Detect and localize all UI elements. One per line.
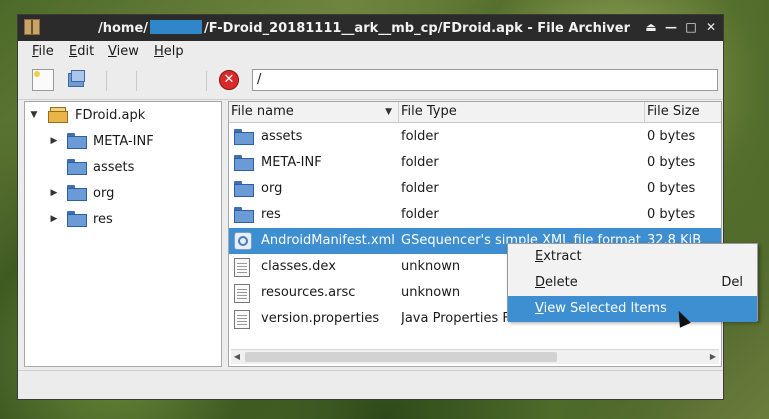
delete-shortcut: Del	[721, 275, 743, 290]
scroll-right-arrow-icon[interactable]: ▶	[707, 350, 719, 364]
location-field[interactable]: /	[252, 69, 718, 91]
list-header: File name ▼ File Type File Size	[229, 102, 721, 123]
cell-size: 0 bytes	[647, 207, 696, 222]
new-archive-icon[interactable]	[32, 69, 54, 91]
context-item-view-selected[interactable]: View Selected Items	[508, 296, 757, 322]
cell-name: AndroidManifest.xml	[261, 233, 395, 248]
tree-item-label: org	[93, 185, 115, 201]
cell-type: folder	[401, 129, 439, 144]
folder-icon	[67, 133, 87, 149]
window-title-suffix: /F-Droid_20181111__ark__mb_cp/FDroid.apk…	[204, 21, 630, 36]
folder-icon	[234, 155, 254, 171]
folder-tree[interactable]: ▼ FDroid.apk ▶ META-INF assets ▶ org ▶ r…	[24, 101, 222, 367]
xml-file-icon	[234, 232, 252, 250]
cell-name: resources.arsc	[261, 285, 356, 300]
cell-size: 0 bytes	[647, 155, 696, 170]
package-icon	[47, 106, 69, 124]
folder-icon	[67, 159, 87, 175]
shade-button[interactable]: ⏏	[643, 19, 659, 35]
table-row[interactable]: res folder 0 bytes	[229, 202, 721, 228]
tree-item-label: res	[93, 211, 113, 227]
cell-name: org	[261, 181, 283, 196]
folder-icon	[67, 211, 87, 227]
window-title-prefix: /home/	[98, 21, 149, 36]
table-row[interactable]: META-INF folder 0 bytes	[229, 150, 721, 176]
collapse-arrow-icon[interactable]: ▼	[27, 110, 41, 120]
toolbar-separator	[206, 71, 207, 91]
tree-item-org[interactable]: ▶ org	[47, 180, 114, 206]
tree-item-res[interactable]: ▶ res	[47, 206, 113, 232]
file-list[interactable]: File name ▼ File Type File Size assets fo…	[228, 101, 722, 367]
title-bar[interactable]: /home/ /F-Droid_20181111__ark__mb_cp/FDro…	[18, 15, 723, 41]
column-header-size[interactable]: File Size	[645, 102, 721, 122]
menu-bar: File Edit View Help	[18, 41, 723, 63]
table-row[interactable]: assets folder 0 bytes	[229, 124, 721, 150]
table-row[interactable]: org folder 0 bytes	[229, 176, 721, 202]
tree-item-label: assets	[93, 159, 135, 175]
column-header-type[interactable]: File Type	[399, 102, 645, 122]
window-title: /home/ /F-Droid_20181111__ark__mb_cp/FDro…	[98, 20, 630, 36]
sort-descending-icon: ▼	[385, 107, 392, 117]
folder-icon	[234, 181, 254, 197]
cell-type: folder	[401, 155, 439, 170]
cell-name: assets	[261, 129, 303, 144]
cell-name: META-INF	[261, 155, 322, 170]
expand-arrow-icon[interactable]: ▶	[47, 188, 61, 198]
cell-name: version.properties	[261, 311, 380, 326]
text-file-icon	[234, 258, 250, 277]
context-menu: Extract Delete Del View Selected Items	[507, 243, 758, 322]
folder-icon	[234, 129, 254, 145]
tree-item-meta-inf[interactable]: ▶ META-INF	[47, 128, 154, 154]
tree-item-assets[interactable]: assets	[47, 154, 134, 180]
text-file-icon	[234, 310, 250, 329]
cell-type: folder	[401, 207, 439, 222]
text-file-icon	[234, 284, 250, 303]
expand-arrow-icon[interactable]: ▶	[47, 136, 61, 146]
minimize-button[interactable]: —	[663, 19, 679, 35]
tree-item-label: META-INF	[93, 133, 154, 149]
menu-file[interactable]: File	[32, 44, 54, 59]
scrollbar-thumb[interactable]	[245, 352, 557, 362]
folder-icon	[234, 207, 254, 223]
redacted-username	[150, 20, 203, 34]
cell-size: 0 bytes	[647, 181, 696, 196]
cell-name: classes.dex	[261, 259, 336, 274]
close-button[interactable]: ✕	[703, 19, 719, 35]
expand-arrow-icon[interactable]: ▶	[47, 214, 61, 224]
open-archive-icon[interactable]	[66, 69, 88, 91]
maximize-button[interactable]: □	[683, 19, 699, 35]
status-bar	[18, 370, 723, 399]
cell-size: 0 bytes	[647, 129, 696, 144]
window-controls: ⏏ — □ ✕	[643, 19, 719, 35]
menu-view[interactable]: View	[108, 44, 139, 59]
menu-edit[interactable]: Edit	[69, 44, 94, 59]
context-item-extract[interactable]: Extract	[508, 244, 757, 270]
cell-name: res	[261, 207, 281, 222]
context-item-delete[interactable]: Delete Del	[508, 270, 757, 296]
tree-root-label: FDroid.apk	[75, 107, 146, 123]
scroll-left-arrow-icon[interactable]: ◀	[231, 350, 243, 364]
stop-icon[interactable]: ✕	[219, 70, 239, 90]
tree-root[interactable]: ▼ FDroid.apk	[25, 102, 145, 128]
column-header-name[interactable]: File name ▼	[229, 102, 399, 122]
folder-icon	[67, 185, 87, 201]
cell-type: folder	[401, 181, 439, 196]
toolbar-separator	[106, 71, 107, 91]
archive-app-icon	[24, 19, 40, 35]
horizontal-scrollbar[interactable]: ◀ ▶	[231, 349, 719, 364]
toolbar-separator	[136, 71, 137, 91]
menu-help[interactable]: Help	[154, 44, 184, 59]
file-archiver-window: /home/ /F-Droid_20181111__ark__mb_cp/FDro…	[17, 14, 724, 400]
